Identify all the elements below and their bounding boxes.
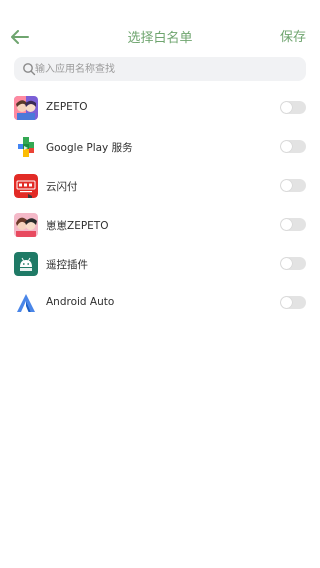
android-auto-icon (14, 291, 38, 315)
toggle-knob (281, 180, 292, 191)
app-name: 遥控插件 (46, 259, 88, 271)
google-play-services-icon (14, 135, 38, 159)
whitelist-toggle[interactable] (280, 179, 306, 192)
app-list: ZEPETO Google Play 服务 云闪付 崽崽ZEPETO 遥控插件 … (0, 88, 320, 322)
list-item: 遥控插件 (0, 244, 320, 283)
page-title: 选择白名单 (127, 31, 193, 46)
whitelist-toggle[interactable] (280, 101, 306, 114)
search-input[interactable] (35, 57, 295, 81)
whitelist-toggle[interactable] (280, 257, 306, 270)
search-icon (23, 63, 36, 76)
toggle-knob (281, 258, 292, 269)
zepeto-app-icon (14, 96, 38, 120)
list-item: Android Auto (0, 283, 320, 322)
android-plugin-icon (14, 252, 38, 276)
whitelist-toggle[interactable] (280, 296, 306, 309)
unionpay-app-icon (14, 174, 38, 198)
app-name: Google Play 服务 (46, 142, 133, 154)
zaizai-zepeto-app-icon (14, 213, 38, 237)
toggle-knob (281, 219, 292, 230)
top-bar: 选择白名单 保存 (0, 20, 320, 54)
search-bar (14, 57, 306, 81)
toggle-knob (281, 297, 292, 308)
list-item: 云闪付 (0, 166, 320, 205)
whitelist-toggle[interactable] (280, 218, 306, 231)
toggle-knob (281, 102, 292, 113)
save-button[interactable]: 保存 (280, 26, 306, 45)
app-name: ZEPETO (46, 101, 88, 113)
list-item: ZEPETO (0, 88, 320, 127)
whitelist-toggle[interactable] (280, 140, 306, 153)
list-item: 崽崽ZEPETO (0, 205, 320, 244)
list-item: Google Play 服务 (0, 127, 320, 166)
app-name: Android Auto (46, 296, 115, 308)
toggle-knob (281, 141, 292, 152)
app-name: 崽崽ZEPETO (46, 220, 109, 232)
app-name: 云闪付 (46, 181, 78, 193)
